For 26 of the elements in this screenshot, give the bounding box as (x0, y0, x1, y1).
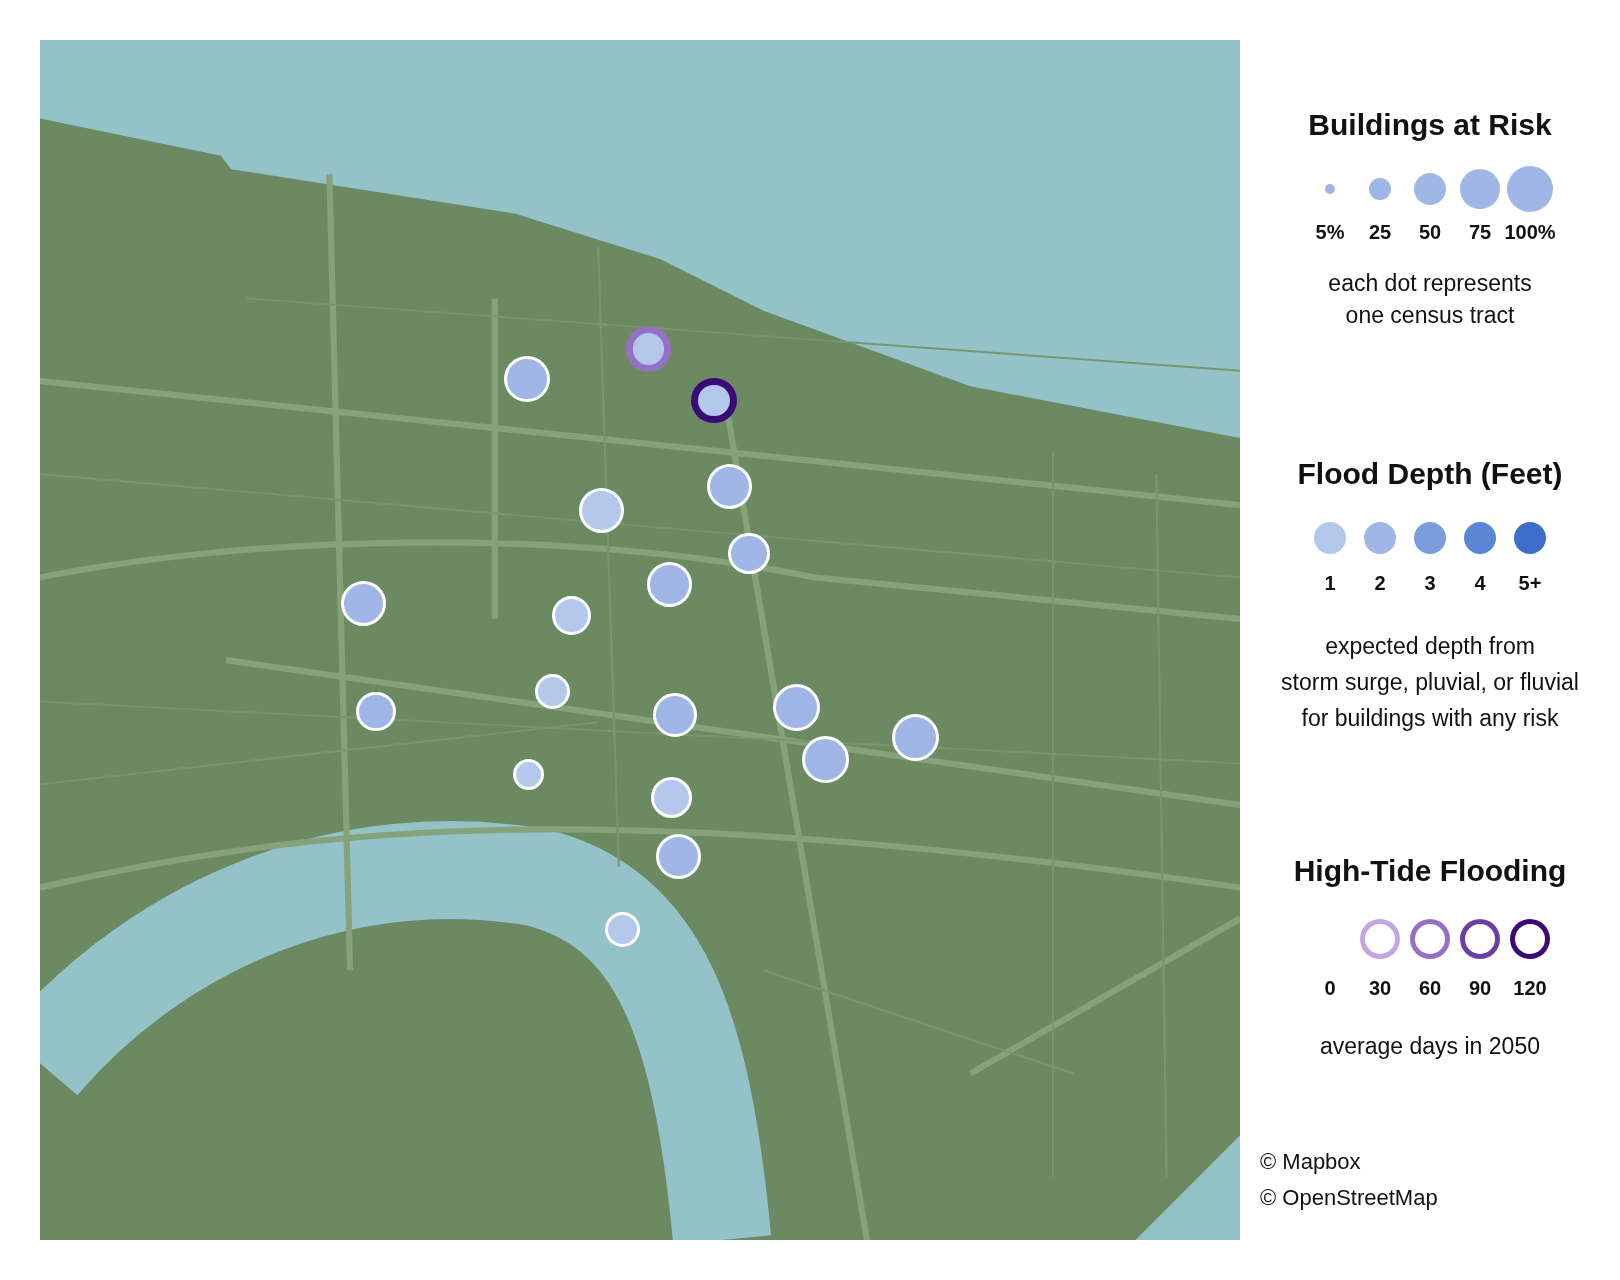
depth-label: 1 (1324, 571, 1336, 596)
depth-label: 4 (1474, 571, 1486, 596)
tide-label: 90 (1468, 976, 1492, 1001)
depth-label: 5+ (1518, 571, 1542, 596)
credit-text: © OpenStreetMap (1260, 1183, 1438, 1212)
size-label: 75 (1468, 220, 1492, 245)
legend-note: for buildings with any risk (1301, 704, 1559, 733)
tide-label: 30 (1368, 976, 1392, 1001)
legend-note: storm surge, pluvial, or fluvial (1281, 668, 1579, 697)
depth-label: 2 (1374, 571, 1386, 596)
size-label: 50 (1418, 220, 1442, 245)
depth-label: 3 (1424, 571, 1436, 596)
tide-label: 60 (1418, 976, 1442, 1001)
credit-text: © Mapbox (1260, 1147, 1362, 1176)
legend-title: High-Tide Flooding (1293, 853, 1567, 889)
tide-label: 120 (1513, 976, 1547, 1001)
size-label: 5% (1315, 220, 1345, 245)
legend-note: each dot represents (1328, 269, 1532, 298)
legend-note: expected depth from (1325, 632, 1535, 661)
legend-note: average days in 2050 (1320, 1032, 1540, 1061)
tide-label: 0 (1324, 976, 1336, 1001)
legend-title: Flood Depth (Feet) (1297, 456, 1563, 492)
size-label: 25 (1368, 220, 1392, 245)
legend-title: Buildings at Risk (1308, 107, 1552, 143)
legend-note: one census tract (1345, 301, 1515, 330)
size-label: 100% (1504, 220, 1556, 245)
